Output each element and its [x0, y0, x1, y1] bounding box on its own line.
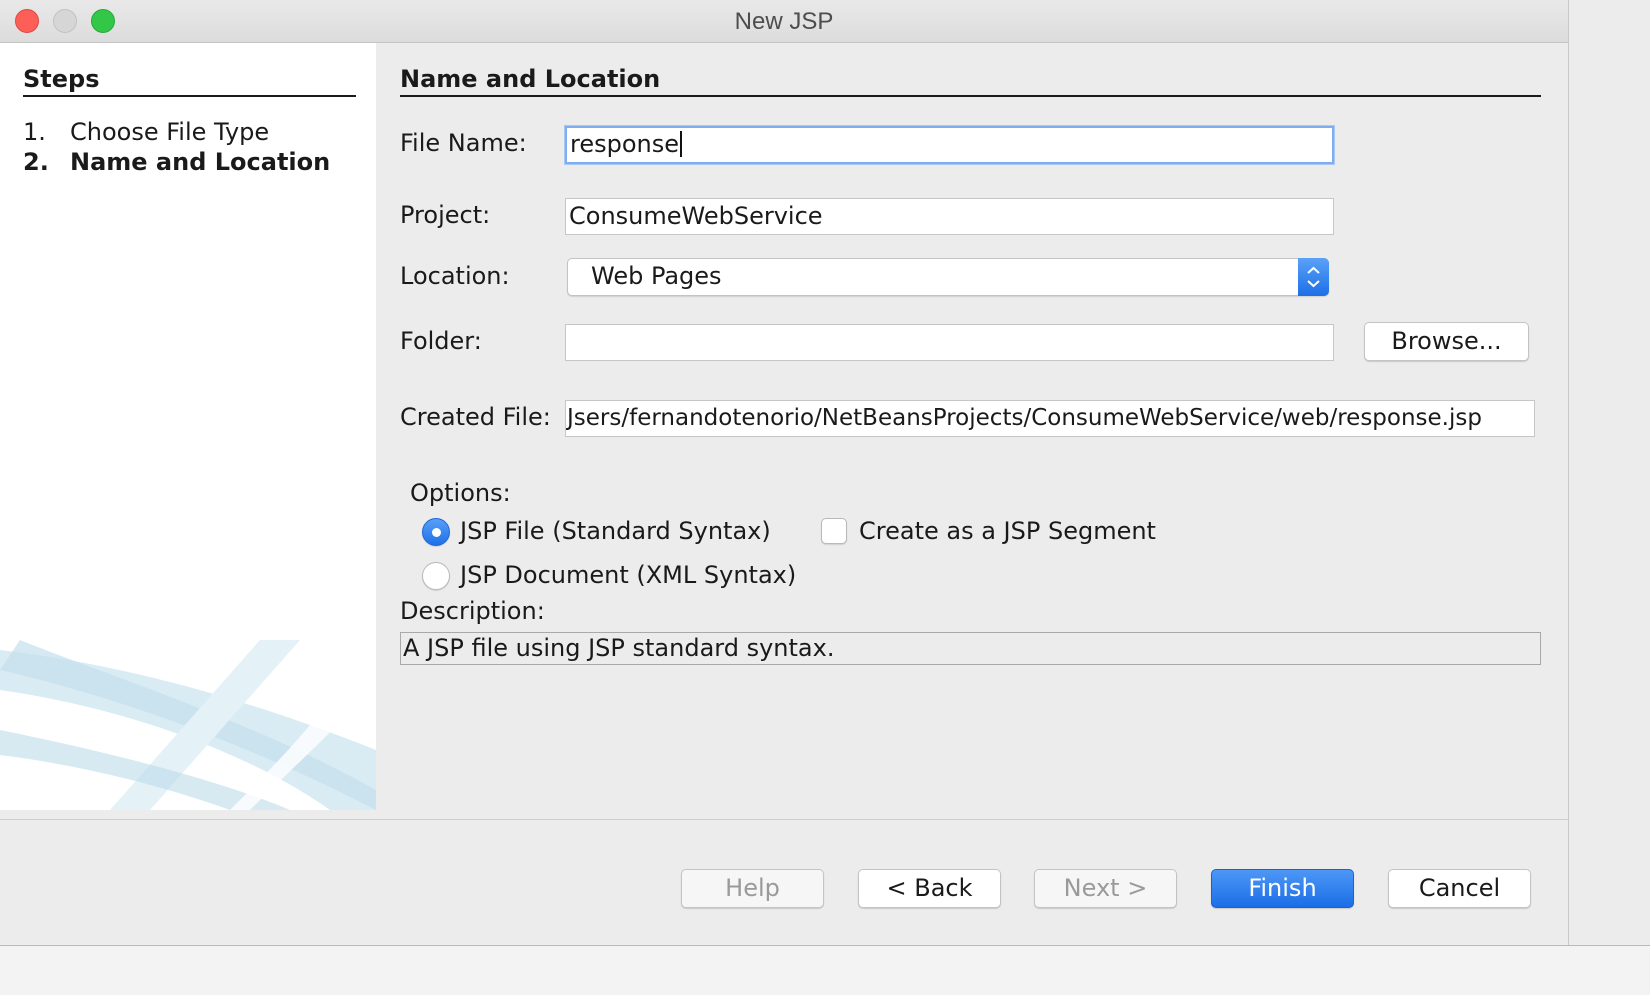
next-button[interactable]: Next >	[1034, 869, 1177, 908]
steps-heading: Steps	[23, 65, 100, 93]
folder-label: Folder:	[400, 327, 482, 355]
jsp-document-radio-label[interactable]: JSP Document (XML Syntax)	[460, 561, 796, 589]
steps-panel: Steps 1. Choose File Type 2. Name and Loca…	[0, 43, 376, 810]
file-name-label: File Name:	[400, 129, 527, 157]
finish-button[interactable]: Finish	[1211, 869, 1354, 908]
location-label: Location:	[400, 262, 510, 290]
jsp-document-radio[interactable]	[422, 562, 450, 590]
location-select[interactable]: Web Pages	[567, 258, 1329, 296]
button-bar-divider	[0, 819, 1568, 820]
steps-divider	[23, 95, 356, 97]
location-selected-value: Web Pages	[591, 262, 722, 290]
title-bar: New JSP	[0, 0, 1568, 43]
jsp-segment-checkbox-label[interactable]: Create as a JSP Segment	[859, 517, 1156, 545]
jsp-file-radio-label[interactable]: JSP File (Standard Syntax)	[460, 517, 771, 545]
description-text: A JSP file using JSP standard syntax.	[400, 632, 1541, 665]
created-file-label: Created File:	[400, 403, 551, 431]
step-number: 1.	[23, 118, 46, 146]
description-label: Description:	[400, 597, 545, 625]
cancel-button[interactable]: Cancel	[1388, 869, 1531, 908]
new-jsp-dialog: New JSP Steps 1. Choose File Type 2. Name …	[0, 0, 1569, 945]
browse-button[interactable]: Browse...	[1364, 322, 1529, 361]
folder-input[interactable]	[565, 324, 1334, 361]
window-title: New JSP	[734, 8, 834, 35]
section-heading: Name and Location	[400, 65, 661, 93]
project-field: ConsumeWebService	[565, 198, 1334, 235]
step-number: 2.	[23, 148, 49, 176]
help-button[interactable]: Help	[681, 869, 824, 908]
step-choose-file-type: 1. Choose File Type	[23, 118, 269, 146]
step-name-and-location: 2. Name and Location	[23, 148, 330, 176]
up-down-chevron-icon	[1298, 258, 1329, 296]
file-name-input[interactable]: response	[565, 126, 1334, 164]
options-label: Options:	[410, 479, 511, 507]
netbeans-decoration-graphic	[0, 640, 376, 810]
created-file-field: Jsers/fernandotenorio/NetBeansProjects/C…	[565, 400, 1535, 437]
background-window-strip	[0, 945, 1650, 995]
text-caret	[680, 131, 683, 157]
project-label: Project:	[400, 201, 491, 229]
section-divider	[400, 95, 1541, 97]
jsp-file-radio[interactable]	[422, 518, 450, 546]
step-label: Name and Location	[70, 148, 331, 176]
back-button[interactable]: < Back	[858, 869, 1001, 908]
jsp-segment-checkbox[interactable]	[821, 518, 847, 544]
file-name-value: response	[570, 130, 680, 158]
step-label: Choose File Type	[70, 118, 270, 146]
